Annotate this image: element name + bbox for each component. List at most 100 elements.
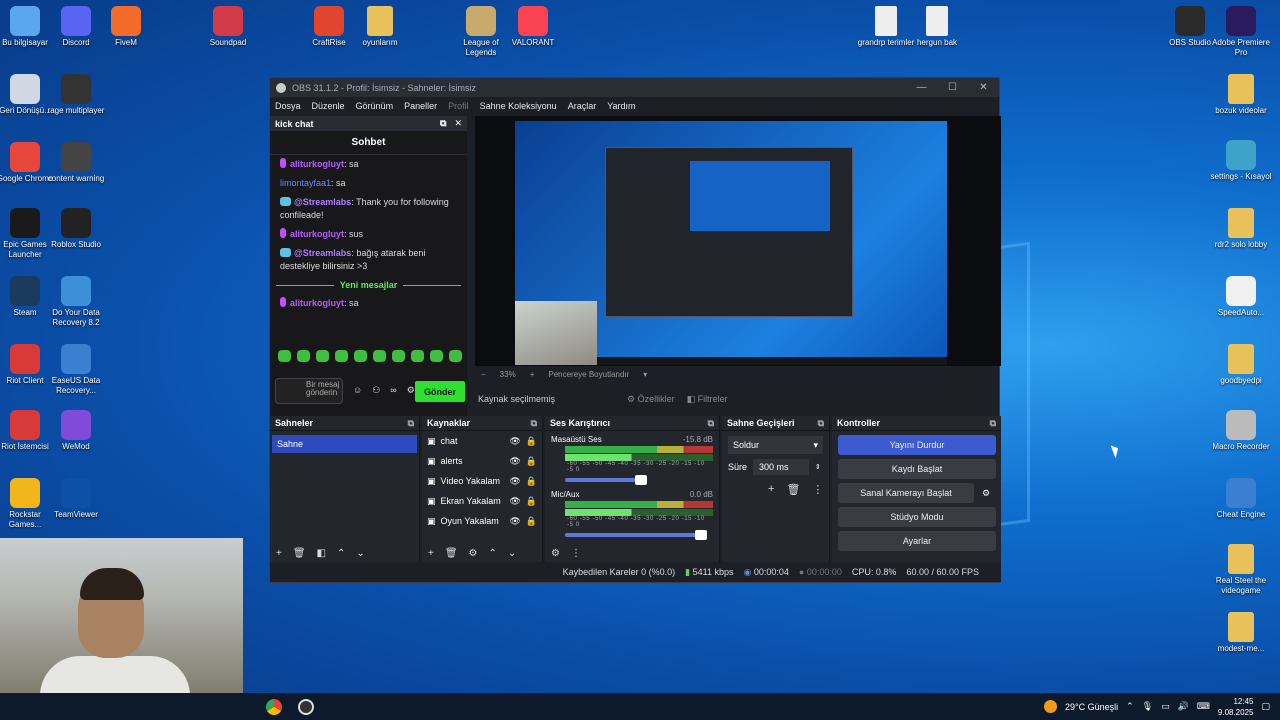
chrome-icon[interactable] (266, 699, 282, 715)
desktop-icon[interactable]: Adobe Premiere Pro (1210, 6, 1272, 58)
chat-members-icon[interactable]: ⚇ (372, 385, 380, 396)
desktop-icon[interactable]: Cheat Engine (1210, 478, 1272, 520)
down-icon[interactable]: ⌄ (508, 548, 516, 559)
desktop-icon[interactable]: Macro Recorder (1210, 410, 1272, 452)
emote-row[interactable] (278, 350, 462, 362)
trash-icon[interactable]: 🗑 (786, 483, 800, 496)
source-item[interactable]: ▣ chat 👁 🔒 (422, 431, 542, 451)
desktop-icon[interactable]: rage multiplayer (45, 74, 107, 116)
visibility-icon[interactable]: 👁 (509, 516, 520, 527)
float-icon[interactable]: ⧉ (818, 418, 824, 429)
desktop-icon[interactable]: settings - Kısayol (1210, 140, 1272, 182)
chat-username[interactable]: aliturkogluyt (290, 229, 344, 239)
volume-slider[interactable] (565, 530, 707, 540)
desktop-icon[interactable]: Do Your Data Recovery 8.2 (45, 276, 107, 328)
visibility-icon[interactable]: 👁 (509, 496, 520, 507)
chat-input[interactable]: Bir mesaj gönderin (275, 378, 343, 404)
chevron-down-icon[interactable]: ▾ (643, 370, 647, 382)
desktop-icon[interactable]: EaseUS Data Recovery... (45, 344, 107, 396)
gear-icon[interactable]: ⚙ (469, 548, 478, 559)
gear-icon[interactable]: ⚙ (982, 488, 990, 499)
float-icon[interactable]: ⧉ (990, 418, 996, 429)
trash-icon[interactable]: 🗑 (293, 548, 306, 559)
notification-icon[interactable]: ▢ (1261, 701, 1270, 712)
menu-dosya[interactable]: Dosya (275, 101, 301, 111)
properties-button[interactable]: ⚙ Özellikler (627, 394, 675, 405)
preview-canvas[interactable] (475, 116, 1001, 366)
settings-button[interactable]: Ayarlar (838, 531, 996, 551)
spinner-icon[interactable]: ⇕ (815, 463, 821, 471)
desktop-icon[interactable]: TeamViewer (45, 478, 107, 520)
chevron-up-icon[interactable]: ⌃ (1126, 701, 1134, 712)
slider-handle[interactable] (695, 530, 707, 540)
slider-handle[interactable] (635, 475, 647, 485)
add-icon[interactable]: + (428, 548, 434, 559)
menu-yardim[interactable]: Yardım (607, 101, 635, 111)
float-icon[interactable]: ⧉ (440, 118, 446, 129)
obs-taskbar-icon[interactable] (298, 699, 314, 715)
filters-button[interactable]: ◧ Filtreler (687, 394, 728, 405)
menu-duzenle[interactable]: Düzenle (312, 101, 345, 111)
menu-paneller[interactable]: Paneller (404, 101, 437, 111)
source-item[interactable]: ▣ Oyun Yakalam 👁 🔒 (422, 511, 542, 531)
minimize-icon[interactable]: — (906, 82, 937, 93)
source-item[interactable]: ▣ Video Yakalam 👁 🔒 (422, 471, 542, 491)
source-item[interactable]: ▣ Ekran Yakalam 👁 🔒 (422, 491, 542, 511)
menu-gorunum[interactable]: Görünüm (356, 101, 394, 111)
add-icon[interactable]: + (768, 483, 774, 496)
up-icon[interactable]: ⌃ (337, 548, 345, 559)
start-recording-button[interactable]: Kaydı Başlat (838, 459, 996, 479)
desktop-icon[interactable]: Soundpad (197, 6, 259, 48)
lock-icon[interactable]: 🔒 (526, 476, 537, 487)
lock-icon[interactable]: 🔒 (526, 436, 537, 447)
down-icon[interactable]: ⌄ (356, 548, 364, 559)
desktop-icon[interactable]: content warning (45, 142, 107, 184)
transition-select[interactable]: Soldur ▾ (728, 436, 823, 454)
desktop-icon[interactable]: FiveM (95, 6, 157, 48)
weather[interactable]: 29°C Güneşli (1065, 702, 1118, 712)
desktop-icon[interactable]: hergun bak (906, 6, 968, 48)
menu-profil[interactable]: Profil (448, 101, 469, 111)
microphone-icon[interactable]: 🎙 (1142, 701, 1153, 712)
stop-stream-button[interactable]: Yayını Durdur (838, 435, 996, 455)
menu-araclar[interactable]: Araçlar (568, 101, 597, 111)
more-icon[interactable]: ⋮ (571, 548, 581, 559)
menu-sahne-koleksiyonu[interactable]: Sahne Koleksiyonu (480, 101, 557, 111)
language-icon[interactable]: ⌨ (1197, 701, 1210, 712)
lock-icon[interactable]: 🔒 (526, 496, 537, 507)
desktop-icon[interactable]: SpeedAuto... (1210, 276, 1272, 318)
desktop-icon[interactable]: VALORANT (502, 6, 564, 48)
scene-item[interactable]: Sahne (272, 435, 417, 453)
send-button[interactable]: Gönder (415, 381, 465, 402)
link-icon[interactable]: ∞ (390, 385, 396, 396)
studio-mode-button[interactable]: Stüdyo Modu (838, 507, 996, 527)
more-icon[interactable]: ⋮ (812, 483, 823, 496)
volume-slider[interactable] (565, 475, 647, 485)
chat-username[interactable]: aliturkogluyt (290, 159, 344, 169)
clock[interactable]: 12:45 9.08.2025 (1218, 696, 1254, 718)
volume-icon[interactable]: 🔊 (1178, 701, 1189, 712)
gear-icon[interactable]: ⚙ (407, 385, 415, 396)
chat-username[interactable]: limontayfaa1 (280, 178, 331, 188)
desktop-icon[interactable]: oyunlarım (349, 6, 411, 48)
trash-icon[interactable]: 🗑 (445, 548, 458, 559)
desktop-icon[interactable]: Real Steel the videogame (1210, 544, 1272, 596)
network-icon[interactable]: ▭ (1161, 701, 1170, 712)
close-icon[interactable]: ✕ (968, 82, 999, 93)
visibility-icon[interactable]: 👁 (509, 456, 520, 467)
float-icon[interactable]: ⧉ (531, 418, 537, 429)
lock-icon[interactable]: 🔒 (526, 516, 537, 527)
visibility-icon[interactable]: 👁 (509, 436, 520, 447)
weather-icon[interactable] (1044, 700, 1058, 713)
emote-picker-icon[interactable]: ☺ (353, 385, 362, 396)
zoom-plus-icon[interactable]: + (530, 370, 535, 382)
add-icon[interactable]: + (276, 548, 282, 559)
zoom-minus-icon[interactable]: − (481, 370, 486, 382)
fit-mode[interactable]: Pencereye Boyutlandır (548, 370, 629, 382)
desktop-icon[interactable]: Roblox Studio (45, 208, 107, 250)
start-virtual-camera-button[interactable]: Sanal Kamerayı Başlat (838, 483, 974, 503)
desktop-icon[interactable]: WeMod (45, 410, 107, 452)
obs-titlebar[interactable]: OBS 31.1.2 - Profil: İsimsiz - Sahneler:… (270, 78, 999, 97)
dock-close-icon[interactable]: ✕ (454, 118, 462, 129)
desktop-icon[interactable]: modest-me... (1210, 612, 1272, 654)
